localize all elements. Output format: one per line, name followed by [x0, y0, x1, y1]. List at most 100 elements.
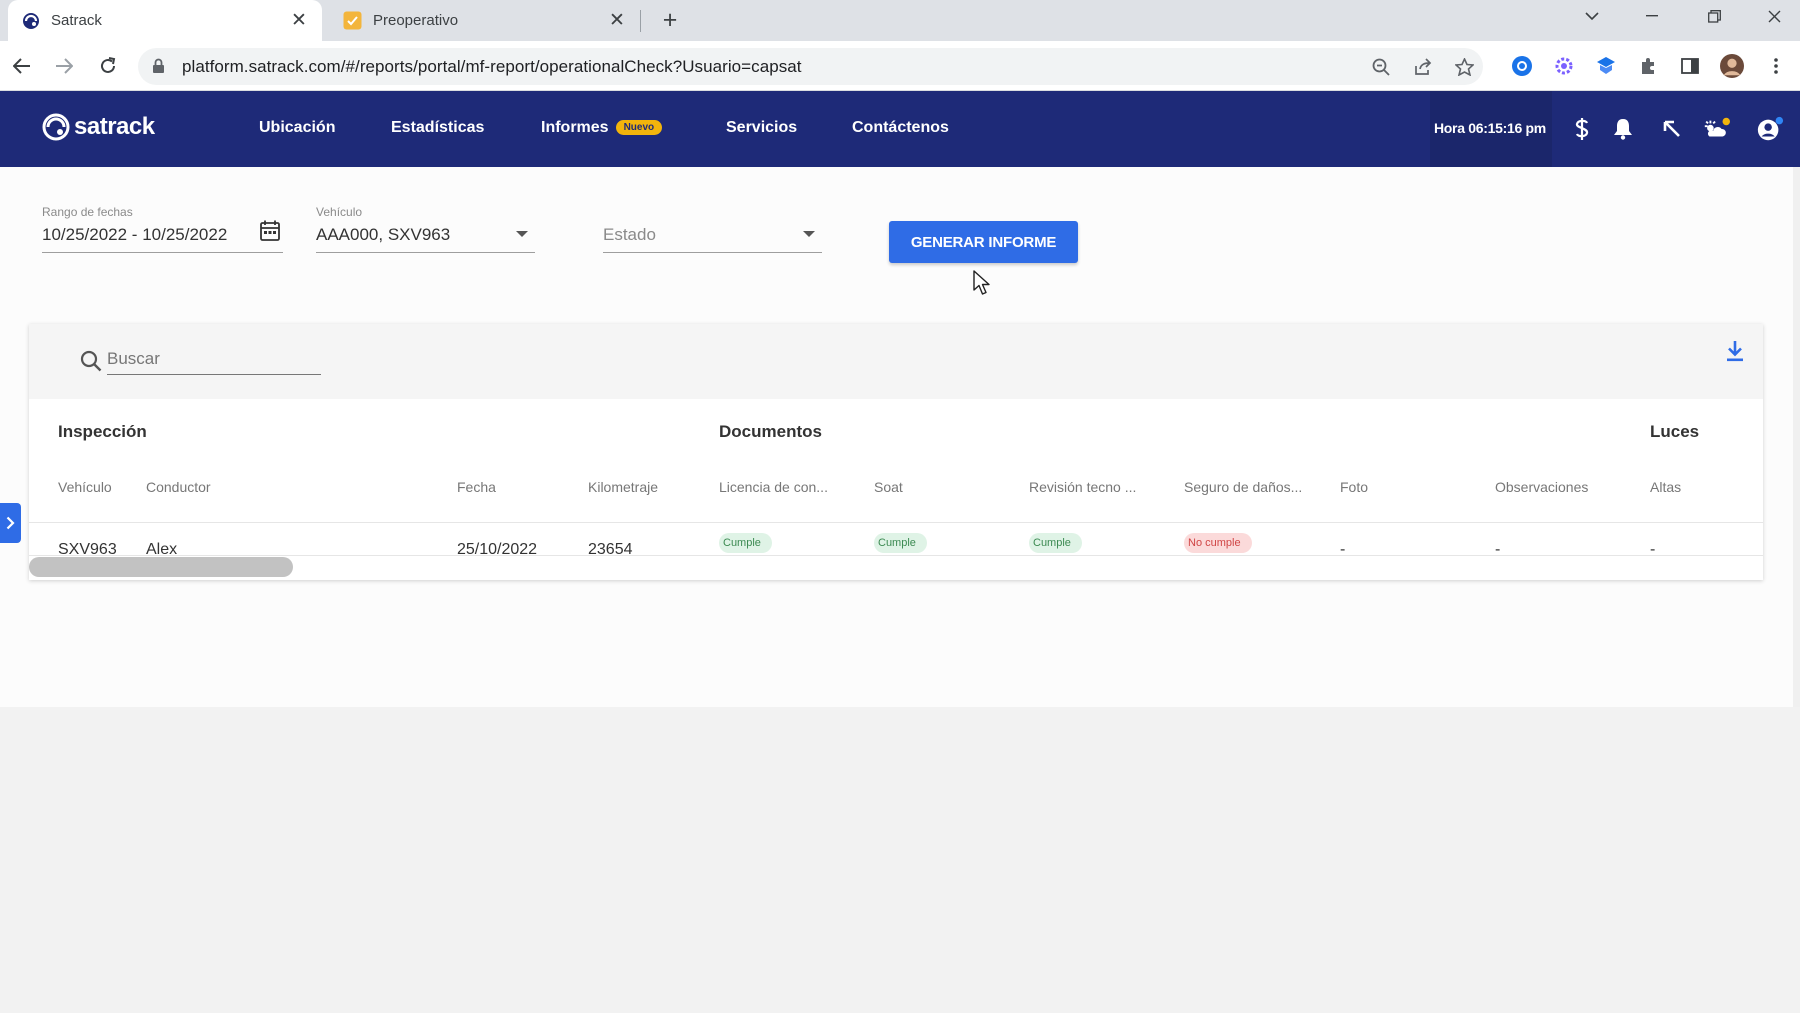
profile-avatar-icon[interactable]	[1720, 54, 1744, 78]
forward-icon[interactable]	[48, 50, 80, 82]
column-header-fecha[interactable]: Fecha	[457, 479, 496, 495]
side-panel-icon[interactable]	[1678, 54, 1702, 78]
url-text[interactable]: platform.satrack.com/#/reports/portal/mf…	[182, 57, 802, 77]
nuevo-badge: Nuevo	[615, 120, 663, 135]
chevron-down-icon[interactable]	[803, 231, 815, 237]
column-header-observaciones[interactable]: Observaciones	[1495, 479, 1588, 495]
tab-preoperativo[interactable]: Preoperativo ✕	[330, 0, 640, 41]
bell-icon[interactable]	[1609, 115, 1637, 143]
group-header-documentos: Documentos	[719, 422, 822, 441]
group-header-luces: Luces	[1650, 422, 1700, 441]
nav-ubicacion[interactable]: Ubicación	[259, 119, 335, 137]
vehicle-value: AAA000, SXV963	[316, 225, 451, 244]
tab-title: Preoperativo	[373, 12, 459, 29]
vertical-scrollbar[interactable]	[1793, 167, 1800, 707]
sidebar-expand-button[interactable]	[0, 503, 21, 543]
status-badge-licencia: Cumple	[719, 533, 772, 553]
nav-estadisticas[interactable]: Estadísticas	[391, 119, 484, 137]
extension-blue-circle-icon[interactable]	[1510, 54, 1534, 78]
column-header-seguro[interactable]: Seguro de daños...	[1184, 479, 1302, 495]
column-header-foto[interactable]: Foto	[1340, 479, 1368, 495]
column-header-revision[interactable]: Revisión tecno ...	[1029, 479, 1136, 495]
download-icon[interactable]	[1726, 340, 1744, 367]
extension-shield-icon[interactable]	[1594, 54, 1618, 78]
status-underline	[603, 252, 822, 253]
logo-text: satrack	[74, 113, 155, 140]
bookmark-star-icon[interactable]	[1454, 57, 1474, 77]
nav-informes[interactable]: Informes Nuevo	[541, 119, 663, 137]
cell-foto: -	[1340, 541, 1346, 558]
status-select[interactable]: Estado	[603, 205, 822, 255]
satrack-logo-icon	[42, 113, 70, 141]
group-header-inspeccion: Inspección	[58, 422, 147, 441]
report-content: Rango de fechas 10/25/2022 - 10/25/2022 …	[0, 167, 1800, 707]
column-header-vehiculo[interactable]: Vehículo	[58, 479, 112, 495]
row-divider	[29, 555, 1763, 556]
zoom-icon[interactable]	[1371, 57, 1391, 77]
date-range-underline	[42, 252, 283, 253]
cell-altas: -	[1650, 541, 1656, 558]
cell-kilometraje: 23654	[588, 541, 633, 558]
status-placeholder: Estado	[603, 225, 656, 244]
browser-tab-bar: Satrack ✕ Preoperativo ✕ +	[0, 0, 1800, 41]
share-icon[interactable]	[1413, 57, 1433, 77]
status-badge-seguro: No cumple	[1184, 533, 1252, 553]
browser-toolbar: platform.satrack.com/#/reports/portal/mf…	[0, 41, 1800, 91]
tab-satrack[interactable]: Satrack ✕	[8, 0, 322, 41]
new-tab-icon[interactable]: +	[656, 6, 684, 34]
weather-icon[interactable]	[1702, 115, 1730, 143]
app-header: satrack Ubicación Estadísticas Informes N…	[0, 91, 1800, 167]
table-toolbar	[29, 324, 1763, 399]
minimize-icon[interactable]	[1630, 0, 1674, 32]
tab-search-chevron-icon[interactable]	[1570, 0, 1614, 32]
date-range-field[interactable]: Rango de fechas 10/25/2022 - 10/25/2022	[42, 205, 283, 255]
browser-menu-icon[interactable]	[1764, 54, 1788, 78]
nav-servicios[interactable]: Servicios	[726, 119, 797, 137]
results-table-card: Inspección Documentos Luces Vehículo Con…	[29, 324, 1763, 580]
dollar-icon[interactable]	[1568, 115, 1596, 143]
status-badge-soat: Cumple	[874, 533, 927, 553]
nav-informes-label: Informes	[541, 119, 609, 136]
lock-icon[interactable]	[152, 58, 165, 79]
mouse-cursor-icon	[973, 270, 991, 301]
satrack-logo[interactable]: satrack	[42, 113, 155, 141]
preoperativo-favicon-icon	[343, 11, 362, 30]
close-tab-icon[interactable]: ✕	[606, 10, 628, 32]
close-window-icon[interactable]	[1752, 0, 1796, 32]
date-range-label: Rango de fechas	[42, 205, 133, 219]
extensions-puzzle-icon[interactable]	[1636, 54, 1660, 78]
date-range-value[interactable]: 10/25/2022 - 10/25/2022	[42, 225, 227, 245]
column-header-soat[interactable]: Soat	[874, 479, 903, 495]
horizontal-scrollbar[interactable]	[29, 557, 293, 577]
pointer-icon[interactable]	[1658, 115, 1686, 143]
tab-separator	[640, 10, 641, 32]
extension-gear-icon[interactable]	[1552, 54, 1576, 78]
calendar-icon[interactable]	[260, 220, 280, 246]
column-header-altas[interactable]: Altas	[1650, 479, 1681, 495]
header-divider	[29, 522, 1763, 523]
search-icon	[80, 350, 102, 377]
generate-report-button[interactable]: GENERAR INFORME	[889, 221, 1078, 263]
cell-observaciones: -	[1495, 541, 1501, 558]
tab-title: Satrack	[51, 12, 102, 29]
search-input[interactable]	[107, 344, 321, 375]
satrack-favicon-icon	[21, 11, 40, 30]
column-header-kilometraje[interactable]: Kilometraje	[588, 479, 658, 495]
status-badge-revision: Cumple	[1029, 533, 1082, 553]
reload-icon[interactable]	[92, 50, 124, 82]
column-header-conductor[interactable]: Conductor	[146, 479, 211, 495]
cell-fecha: 25/10/2022	[457, 541, 538, 558]
vehicle-underline	[316, 252, 535, 253]
restore-icon[interactable]	[1692, 0, 1736, 32]
close-tab-icon[interactable]: ✕	[288, 10, 310, 32]
account-icon[interactable]	[1756, 115, 1784, 143]
back-icon[interactable]	[6, 50, 38, 82]
nav-contactenos[interactable]: Contáctenos	[852, 119, 949, 137]
address-bar[interactable]: platform.satrack.com/#/reports/portal/mf…	[138, 48, 1483, 85]
chevron-right-icon	[6, 516, 15, 530]
vehicle-select[interactable]: Vehículo AAA000, SXV963	[316, 205, 535, 255]
vehicle-label: Vehículo	[316, 205, 363, 219]
current-time: Hora 06:15:16 pm	[1434, 120, 1546, 136]
chevron-down-icon[interactable]	[516, 231, 528, 237]
column-header-licencia[interactable]: Licencia de con...	[719, 479, 828, 495]
